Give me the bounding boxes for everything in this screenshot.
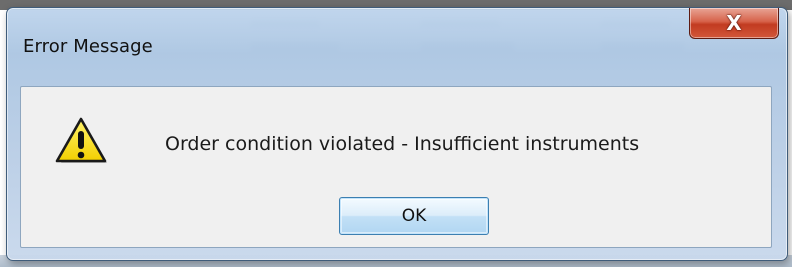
close-button[interactable]: X [689, 8, 779, 39]
screen: Error Message X Order condition violated… [0, 0, 792, 267]
close-icon: X [726, 11, 742, 35]
error-dialog: Error Message X Order condition violated… [6, 7, 788, 261]
dialog-client-area: Order condition violated - Insufficient … [20, 86, 772, 248]
warning-icon [55, 117, 107, 163]
dialog-titlebar[interactable]: Error Message X [7, 8, 787, 82]
ok-button[interactable]: OK [339, 197, 489, 235]
error-message: Order condition violated - Insufficient … [165, 133, 640, 155]
dialog-title: Error Message [23, 36, 153, 57]
